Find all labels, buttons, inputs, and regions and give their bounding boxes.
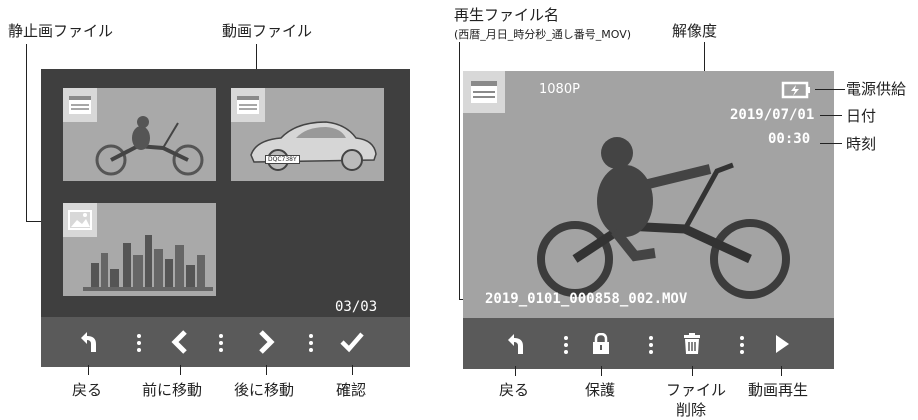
callout-resolution: 解像度 xyxy=(672,22,718,40)
leader-date xyxy=(820,115,842,116)
leader-back xyxy=(88,365,89,375)
leader-still-vertical xyxy=(26,44,27,222)
label-confirm: 確認 xyxy=(336,381,367,399)
label-delete-line1: ファイル xyxy=(666,381,727,399)
leader-play xyxy=(781,366,782,376)
label-delete-line2: 削除 xyxy=(676,401,707,419)
battery-icon xyxy=(781,81,810,99)
play-icon xyxy=(776,335,789,353)
back-button[interactable] xyxy=(500,319,530,369)
leader-back-r xyxy=(515,366,516,376)
left-callout-video-file: 動画ファイル xyxy=(222,22,313,40)
back-button[interactable] xyxy=(73,317,103,367)
play-button[interactable] xyxy=(767,319,797,369)
page-counter: 03/03 xyxy=(335,299,378,315)
toolbar-separator xyxy=(219,334,223,352)
video-thumbnail-1[interactable] xyxy=(63,88,216,181)
previous-button[interactable] xyxy=(165,317,195,367)
protect-button[interactable] xyxy=(586,319,616,369)
toolbar-separator xyxy=(740,336,744,354)
toolbar-separator xyxy=(649,336,653,354)
label-next: 後に移動 xyxy=(234,381,295,399)
leader-protect xyxy=(601,366,602,376)
car-illustration xyxy=(250,121,377,171)
city-skyline-illustration xyxy=(83,235,213,291)
date-readout: 2019/07/01 xyxy=(730,107,815,123)
browser-toolbar xyxy=(41,317,410,367)
leader-power xyxy=(815,89,845,90)
clapperboard-icon xyxy=(463,71,505,113)
chevron-right-icon xyxy=(259,330,275,354)
still-thumbnail-1[interactable] xyxy=(63,203,216,296)
trash-icon xyxy=(684,333,700,354)
chevron-left-icon xyxy=(171,330,187,354)
filename-readout: 2019_0101_000858_002.MOV xyxy=(485,291,688,307)
return-arrow-icon xyxy=(508,334,523,354)
resolution-readout: 1080P xyxy=(539,82,580,97)
callout-time: 時刻 xyxy=(846,135,877,153)
video-thumbnail-2[interactable]: DQC738Y xyxy=(231,88,384,181)
leader-time xyxy=(820,143,842,144)
playback-frame: 1080P 2019/07/01 00:30 2019_0101_000858_… xyxy=(463,71,834,318)
leader-filename-vertical xyxy=(459,42,460,300)
playback-toolbar xyxy=(463,319,834,369)
label-back-r: 戻る xyxy=(499,381,530,399)
label-protect: 保護 xyxy=(585,381,616,399)
callout-power: 電源供給 xyxy=(846,80,907,98)
return-arrow-icon xyxy=(81,332,96,352)
leader-confirm xyxy=(352,365,353,375)
toolbar-separator xyxy=(137,334,141,352)
callout-filename-title: 再生ファイル名 xyxy=(454,6,560,24)
callout-filename-format: (西暦_月日_時分秒_通し番号_MOV) xyxy=(454,28,632,41)
label-play: 動画再生 xyxy=(748,381,809,399)
thumbnail-browser-screen: DQC738Y 03/03 xyxy=(41,69,410,367)
license-plate: DQC738Y xyxy=(265,155,300,164)
leader-delete xyxy=(692,366,693,376)
leader-next xyxy=(266,365,267,375)
toolbar-separator xyxy=(309,334,313,352)
leader-prev xyxy=(180,365,181,375)
motorcycle-illustration xyxy=(95,116,204,176)
confirm-button[interactable] xyxy=(337,317,367,367)
checkmark-icon xyxy=(340,332,364,353)
motorcycle-rider-illustration xyxy=(537,137,790,299)
label-back: 戻る xyxy=(72,381,103,399)
label-prev: 前に移動 xyxy=(142,381,203,399)
delete-button[interactable] xyxy=(677,319,707,369)
callout-date: 日付 xyxy=(846,107,877,125)
lock-icon xyxy=(593,333,609,354)
toolbar-separator xyxy=(564,336,568,354)
left-callout-still-file: 静止画ファイル xyxy=(8,22,114,40)
next-button[interactable] xyxy=(251,317,281,367)
